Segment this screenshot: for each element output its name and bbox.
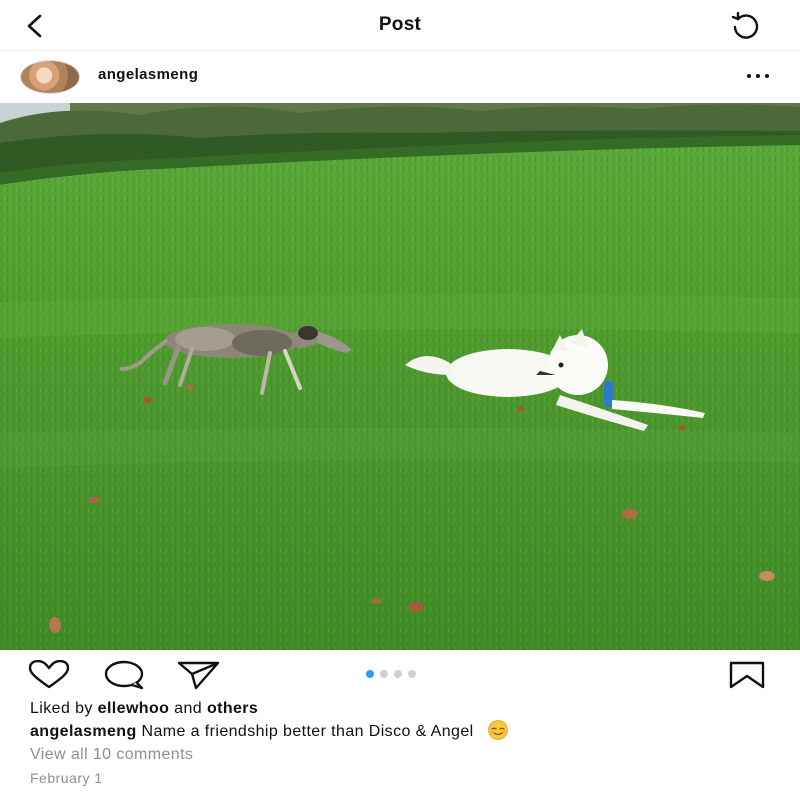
post-photo[interactable]	[0, 103, 800, 650]
carousel-dot	[394, 670, 402, 678]
share-button[interactable]	[176, 660, 222, 690]
comment-button[interactable]	[102, 660, 148, 690]
send-icon	[177, 661, 220, 690]
carousel-dot	[366, 670, 374, 678]
carousel-indicator	[366, 670, 416, 678]
post-image	[0, 103, 800, 650]
avatar[interactable]	[20, 60, 80, 94]
post-actions	[0, 652, 800, 696]
liked-by-prefix: Liked by	[30, 700, 93, 717]
caption-text: Name a friendship better than Disco & An…	[141, 723, 474, 740]
likes-summary: Liked by ellewhoo and others	[30, 700, 258, 718]
bookmark-icon	[729, 661, 765, 689]
heart-icon	[28, 659, 70, 689]
page-title: Post	[378, 14, 422, 35]
post-header: angelasmeng	[0, 52, 800, 102]
comment-icon	[104, 660, 144, 690]
refresh-icon	[731, 11, 759, 39]
more-options-button[interactable]	[740, 64, 776, 88]
refresh-button[interactable]	[730, 10, 762, 42]
like-button[interactable]	[26, 659, 72, 690]
post-date: February 1	[30, 770, 103, 786]
carousel-dot	[408, 670, 416, 678]
liked-by-connector: and	[174, 700, 203, 717]
caption-username[interactable]: angelasmeng	[30, 723, 137, 740]
relieved-face-emoji-icon	[484, 720, 512, 740]
top-bar: Post	[0, 0, 800, 51]
view-all-comments-link[interactable]: View all 10 comments	[30, 746, 193, 764]
more-horizontal-icon	[747, 74, 769, 78]
post-caption: angelasmeng Name a friendship better tha…	[30, 720, 512, 741]
save-button[interactable]	[727, 660, 767, 690]
liked-by-others-link[interactable]: others	[207, 700, 258, 717]
liked-by-user-link[interactable]: ellewhoo	[98, 700, 170, 717]
post-username[interactable]: angelasmeng	[98, 66, 198, 83]
carousel-dot	[380, 670, 388, 678]
